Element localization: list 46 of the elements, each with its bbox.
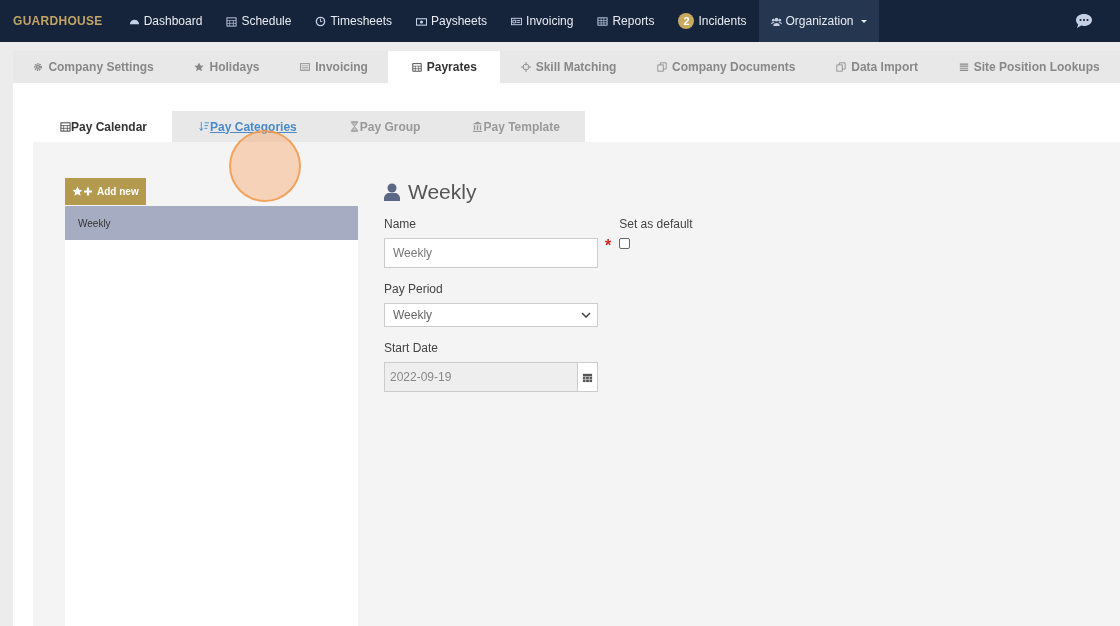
crosshair-icon [520, 62, 531, 72]
settings-tab[interactable]: Payrates [388, 51, 501, 83]
users-icon [770, 15, 782, 27]
money-icon [416, 15, 427, 27]
field-label: Name [384, 217, 417, 231]
lines-icon [958, 62, 969, 72]
calendar-button[interactable] [578, 362, 598, 392]
nav-item[interactable]: 2 Incidents [666, 0, 759, 42]
copy-icon [836, 62, 847, 72]
user-icon [384, 183, 400, 201]
list-item[interactable]: Weekly [65, 206, 358, 240]
list-icon [300, 62, 311, 72]
field-label: Set as default [619, 217, 693, 231]
grid-icon [597, 15, 609, 27]
clock-icon [315, 15, 327, 27]
nav-item[interactable]: Reports [585, 0, 667, 42]
count-badge: 2 [678, 13, 695, 29]
nav-item[interactable]: Invoicing [499, 0, 586, 42]
form-title: Weekly [408, 180, 477, 204]
chat-icon[interactable] [1075, 13, 1093, 29]
start-date-input[interactable]: 2022-09-19 [384, 362, 578, 392]
card-icon [511, 15, 523, 27]
pay-period-select[interactable]: Weekly [384, 303, 598, 327]
field-label: Start Date [384, 341, 440, 355]
nav-item[interactable]: Organization [758, 0, 879, 42]
gear-icon [33, 62, 44, 72]
nav-item[interactable]: Paysheets [404, 0, 500, 42]
bank-icon [472, 121, 484, 132]
sort-icon [199, 121, 211, 132]
brand-logo[interactable]: GUARDHOUSE [13, 14, 103, 28]
nav-item[interactable]: Schedule [214, 0, 304, 42]
nav-item[interactable]: Timesheets [303, 0, 404, 42]
hourglass-icon [348, 121, 360, 132]
required-marker: * [605, 239, 612, 253]
calendar-icon [60, 121, 71, 132]
nav-item[interactable]: Dashboard [116, 0, 215, 42]
calendar-icon [411, 62, 422, 72]
calendar-icon [582, 371, 593, 383]
default-checkbox[interactable] [619, 238, 631, 249]
chevron-down-icon [581, 312, 591, 318]
field-label: Pay Period [384, 282, 444, 296]
star-icon [194, 62, 205, 72]
copy-icon [657, 62, 668, 72]
star-plus-icon [72, 186, 94, 197]
name-input[interactable]: Weekly [384, 238, 598, 268]
calendar-icon [226, 15, 238, 27]
